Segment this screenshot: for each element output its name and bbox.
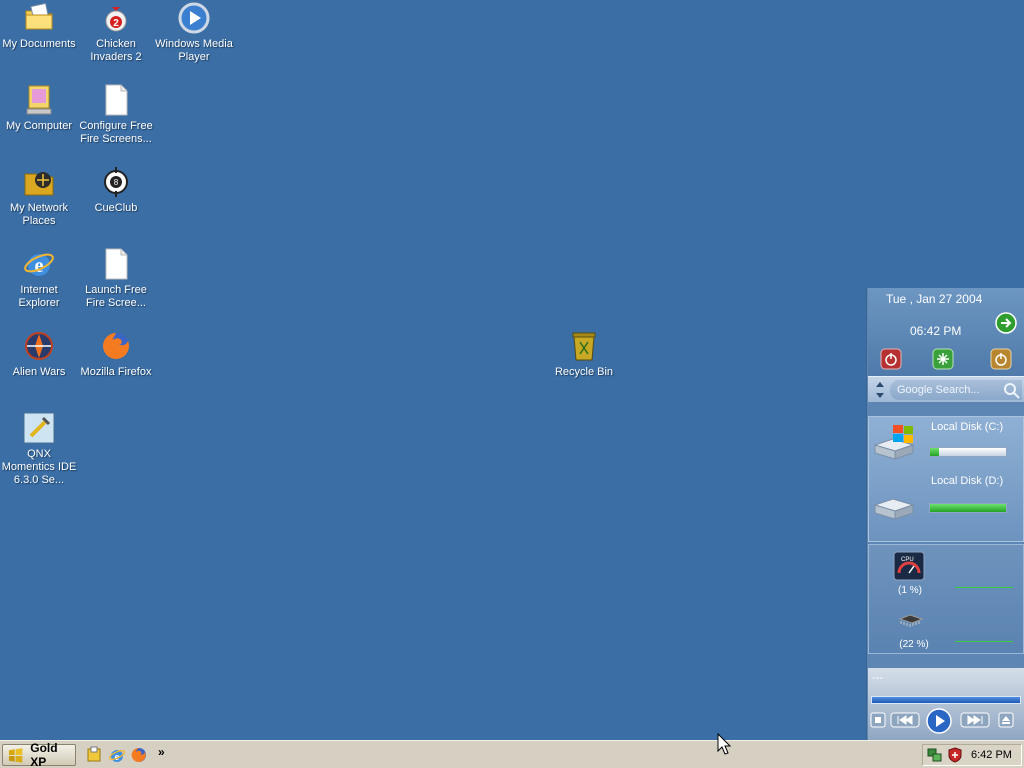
recycle-bin-label: Recycle Bin (554, 366, 614, 378)
shutdown-icon[interactable] (880, 348, 902, 370)
security-shield-tray-icon[interactable] (947, 747, 963, 763)
cueclub-label: CueClub (94, 202, 138, 214)
firefox-icon (100, 330, 132, 362)
mouse-pointer-icon (717, 732, 732, 758)
computer-icon (23, 84, 55, 116)
cpu-icon-text: CPU (901, 557, 914, 563)
stop-icon[interactable] (870, 712, 886, 731)
my-network-places-label: My Network Places (9, 202, 69, 227)
firefox-quicklaunch-icon[interactable] (130, 746, 148, 764)
cueclub-shortcut[interactable]: 8 CueClub (77, 166, 155, 215)
disk-space-gadget: Local Disk (C:) Local Disk (D:) (868, 416, 1024, 542)
drive-d-label: Local Disk (D:) (931, 475, 1004, 487)
desktop-sidebar: Tue , Jan 27 2004 06:42 PM Local Disk (C… (866, 288, 1024, 740)
alien-wars-label: Alien Wars (12, 366, 66, 378)
network-tray-icon[interactable] (927, 747, 943, 763)
eject-icon[interactable] (998, 712, 1014, 731)
date-display: Tue , Jan 27 2004 (886, 292, 983, 306)
folder-documents-icon (23, 2, 55, 34)
mozilla-firefox-label: Mozilla Firefox (80, 366, 152, 378)
qnx-momentics-label: QNX Momentics IDE 6.3.0 Se... (1, 448, 77, 486)
my-computer-shortcut[interactable]: My Computer (0, 84, 78, 133)
recycle-bin-shortcut[interactable]: Recycle Bin (545, 330, 623, 379)
cpu-load-value: (1 %) (898, 585, 922, 596)
drive-d-usage-bar (929, 503, 1007, 513)
drive-c-icon[interactable] (871, 423, 917, 466)
configure-free-fire-shortcut[interactable]: Configure Free Fire Screens... (77, 84, 155, 146)
my-documents-shortcut[interactable]: My Documents (0, 2, 78, 51)
chicken-invaders-label: Chicken Invaders 2 (90, 38, 142, 63)
play-icon[interactable] (926, 708, 952, 737)
windows-media-player-label: Windows Media Player (155, 38, 233, 63)
chicken-icon: 2 (100, 2, 132, 34)
configure-free-fire-label: Configure Free Fire Screens... (79, 120, 153, 145)
media-player-icon (178, 2, 210, 34)
my-documents-label: My Documents (2, 38, 76, 50)
restart-icon[interactable] (932, 348, 954, 370)
my-computer-label: My Computer (5, 120, 73, 132)
internet-explorer-shortcut[interactable]: e Internet Explorer (0, 248, 78, 310)
time-display: 06:42 PM (910, 324, 962, 338)
document-icon (100, 248, 132, 280)
svg-text:8: 8 (114, 178, 119, 187)
go-arrow-icon[interactable] (995, 312, 1017, 334)
standby-icon[interactable] (990, 348, 1012, 370)
google-search-gadget (868, 376, 1024, 402)
mozilla-firefox-shortcut[interactable]: Mozilla Firefox (77, 330, 155, 379)
recycle-bin-icon (568, 330, 600, 362)
drive-c-usage-fill (930, 448, 940, 456)
cpu-gauge-icon: CPU (893, 551, 925, 584)
now-playing-title: --- (872, 672, 883, 684)
drive-d-icon[interactable] (871, 487, 917, 530)
start-label: Gold XP (30, 741, 58, 768)
launch-free-fire-shortcut[interactable]: Launch Free Fire Scree... (77, 248, 155, 310)
qnx-momentics-shortcut[interactable]: QNX Momentics IDE 6.3.0 Se... (0, 412, 78, 487)
system-tray: 6:42 PM (922, 744, 1022, 766)
seek-bar[interactable] (871, 696, 1021, 704)
network-folder-icon (23, 166, 55, 198)
quicklaunch-overflow-chevron[interactable]: » (158, 745, 165, 759)
cpu-graph-line (955, 587, 1013, 588)
drive-c-usage-bar (929, 447, 1007, 457)
memory-chip-icon (897, 613, 925, 632)
internet-explorer-quicklaunch-icon[interactable]: e (108, 746, 126, 764)
windows-media-player-shortcut[interactable]: Windows Media Player (155, 2, 233, 64)
chicken-invaders-shortcut[interactable]: 2 Chicken Invaders 2 (77, 2, 155, 64)
document-icon (100, 84, 132, 116)
drive-c-label: Local Disk (C:) (931, 421, 1004, 433)
previous-track-icon[interactable] (890, 712, 920, 731)
cue-ball-icon: 8 (100, 166, 132, 198)
magnifier-icon[interactable] (1002, 381, 1020, 399)
show-desktop-icon[interactable] (86, 746, 104, 764)
svg-text:2: 2 (113, 18, 119, 29)
start-button[interactable]: Gold XP (2, 741, 76, 768)
alien-wars-icon (23, 330, 55, 362)
windows-flag-icon (8, 748, 23, 763)
memory-graph-line (955, 641, 1013, 642)
qnx-ide-icon (23, 412, 55, 444)
clock-gadget: Tue , Jan 27 2004 06:42 PM (868, 288, 1024, 376)
internet-explorer-icon: e (23, 248, 55, 280)
taskbar-clock[interactable]: 6:42 PM (971, 749, 1012, 761)
my-network-places-shortcut[interactable]: My Network Places (0, 166, 78, 228)
internet-explorer-label: Internet Explorer (18, 284, 60, 309)
drive-d-usage-fill (930, 504, 1006, 512)
search-engine-scroll-icon[interactable] (874, 379, 886, 401)
system-monitor-gadget: CPU (1 %) (22 %) (868, 544, 1024, 654)
taskbar: Gold XP e » 6:42 PM (0, 740, 1024, 768)
launch-free-fire-label: Launch Free Fire Scree... (85, 284, 147, 309)
memory-load-value: (22 %) (899, 639, 929, 650)
next-track-icon[interactable] (960, 712, 990, 731)
media-player-gadget: --- (868, 668, 1024, 740)
alien-wars-shortcut[interactable]: Alien Wars (0, 330, 78, 379)
